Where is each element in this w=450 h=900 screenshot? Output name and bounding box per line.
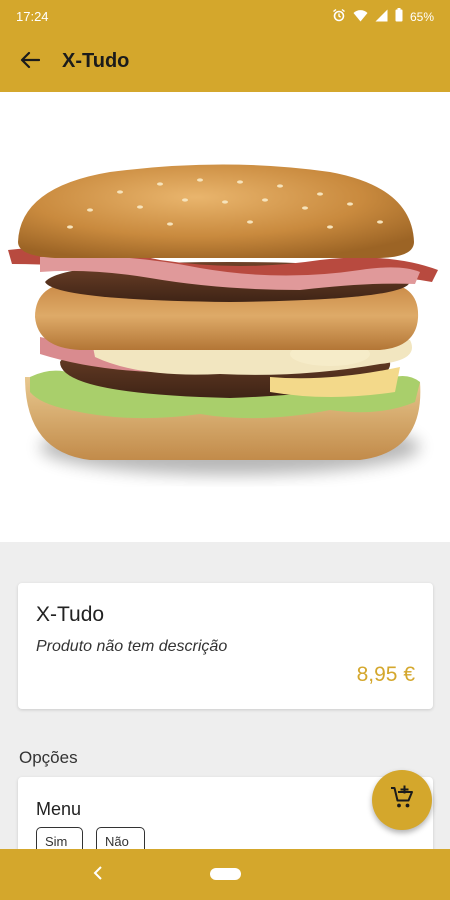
wifi-icon (353, 9, 368, 25)
signal-icon (375, 9, 388, 25)
nav-back-icon (93, 865, 103, 885)
back-arrow-icon (20, 51, 41, 74)
options-section-title: Opções (19, 748, 78, 767)
option-group-label: Menu (36, 799, 82, 819)
battery-icon (395, 8, 403, 25)
status-time: 17:24 (16, 9, 49, 24)
product-price: 8,95 € (356, 663, 415, 686)
product-card: X-Tudo Produto não tem descrição 8,95 € (18, 583, 433, 709)
alarm-icon (332, 8, 346, 25)
page-title: X-Tudo (62, 50, 130, 72)
product-description: Produto não tem descrição (36, 638, 228, 655)
product-image (0, 92, 450, 542)
system-nav-bar (0, 849, 450, 900)
back-button[interactable] (14, 46, 46, 78)
nav-back-button[interactable] (88, 865, 108, 885)
nav-home-pill[interactable] (210, 868, 241, 880)
app-bar: X-Tudo (0, 32, 450, 92)
battery-percent: 65% (409, 9, 434, 24)
status-icons: 65% (332, 8, 434, 25)
product-name: X-Tudo (36, 603, 105, 626)
add-to-cart-button[interactable] (372, 770, 432, 830)
status-bar: 17:24 65% (0, 0, 450, 32)
burger-image (8, 164, 438, 475)
add-to-cart-icon (389, 785, 415, 816)
